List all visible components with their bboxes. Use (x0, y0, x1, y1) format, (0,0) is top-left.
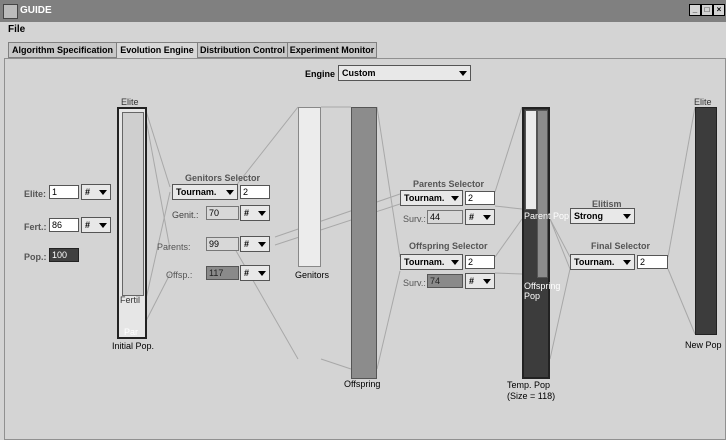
genitors-caption: Genitors (295, 270, 330, 280)
chevron-down-icon (258, 271, 266, 276)
chevron-down-icon (99, 190, 107, 195)
temp-offspring-segment (537, 110, 548, 278)
final-size-input[interactable]: 2 (637, 255, 668, 269)
new-pop-bar (695, 107, 717, 335)
chevron-down-icon (623, 260, 631, 265)
pop-input[interactable]: 100 (49, 248, 79, 262)
chevron-down-icon (258, 211, 266, 216)
fert-unit-select[interactable]: # (81, 217, 111, 233)
offspring-surv-input[interactable]: 74 (427, 274, 463, 288)
initial-fertil-label: Fertil (120, 295, 140, 305)
parents-surv-unit-select[interactable]: # (465, 209, 495, 225)
tab-algorithm-specification[interactable]: Algorithm Specification (8, 42, 117, 58)
temp-pop-size: (Size = 118) (507, 391, 556, 401)
initial-pop-bar: Fertil Par (117, 107, 147, 339)
temp-parent-segment (525, 110, 537, 210)
chevron-down-icon (451, 260, 459, 265)
genitors-method-select[interactable]: Tournam. (172, 184, 238, 200)
parents-surv-input[interactable]: 44 (427, 210, 463, 224)
minimize-button[interactable]: _ (689, 4, 701, 16)
offsp-unit-select[interactable]: # (240, 265, 270, 281)
initial-pop-caption: Initial Pop. (112, 341, 155, 351)
parents-size-input[interactable]: 2 (465, 191, 495, 205)
tab-experiment-monitor[interactable]: Experiment Monitor (287, 42, 377, 58)
elite-label: Elite: (24, 189, 47, 199)
genitors-selector-title: Genitors Selector (185, 173, 261, 183)
offspring-surv-unit-select[interactable]: # (465, 273, 495, 289)
genitors-size-input[interactable]: 2 (240, 185, 270, 199)
app-icon (3, 4, 18, 19)
parents-method-select[interactable]: Tournam. (400, 190, 463, 206)
menu-file[interactable]: File (8, 24, 25, 35)
engine-label: Engine (305, 69, 336, 79)
window-title: GUIDE (20, 5, 52, 16)
menu-bar: File (0, 22, 726, 38)
parents-input[interactable]: 99 (206, 237, 239, 251)
new-elite-bar-label: Elite (694, 97, 712, 107)
offsp-label: Offsp.: (166, 270, 193, 280)
tab-evolution-engine[interactable]: Evolution Engine (116, 42, 198, 58)
fert-input[interactable]: 86 (49, 218, 79, 232)
parents-surv-label: Surv.: (403, 214, 426, 224)
new-pop-caption: New Pop (685, 340, 722, 350)
parents-selector-title: Parents Selector (413, 179, 485, 189)
offspring-bar (351, 107, 377, 379)
offspring-surv-label: Surv.: (403, 278, 426, 288)
chevron-down-icon (451, 196, 459, 201)
offspring-method-select[interactable]: Tournam. (400, 254, 463, 270)
close-button[interactable]: × (713, 4, 725, 16)
temp-parent-label: Parent Pop (524, 211, 570, 221)
pop-label: Pop.: (24, 252, 47, 262)
title-bar: GUIDE _ □ × (0, 0, 726, 22)
offsp-input[interactable]: 117 (206, 266, 239, 280)
fert-label: Fert.: (24, 222, 47, 232)
chevron-down-icon (459, 71, 467, 76)
temp-pop-bar: Parent Pop Offspring Pop (522, 107, 569, 379)
evolution-engine-panel: Engine Custom Elite Fertil Par Initial P… (4, 58, 726, 440)
maximize-button[interactable]: □ (701, 4, 713, 16)
parents-unit-select[interactable]: # (240, 236, 270, 252)
elitism-select[interactable]: Strong (570, 208, 635, 224)
elite-unit-select[interactable]: # (81, 184, 111, 200)
chevron-down-icon (258, 242, 266, 247)
engine-select[interactable]: Custom (338, 65, 471, 81)
offspring-caption: Offspring (344, 379, 381, 389)
chevron-down-icon (226, 190, 234, 195)
chevron-down-icon (483, 279, 491, 284)
genit-label: Genit.: (172, 210, 199, 220)
chevron-down-icon (483, 215, 491, 220)
initial-elite-bar-label: Elite (121, 97, 139, 107)
chevron-down-icon (623, 214, 631, 219)
genit-unit-select[interactable]: # (240, 205, 270, 221)
offspring-selector-title: Offspring Selector (409, 241, 488, 251)
temp-pop-caption: Temp. Pop (507, 380, 551, 390)
chevron-down-icon (99, 223, 107, 228)
final-method-select[interactable]: Tournam. (570, 254, 635, 270)
final-selector-title: Final Selector (591, 241, 651, 251)
parents-label: Parents: (157, 242, 191, 252)
offspring-size-input[interactable]: 2 (465, 255, 495, 269)
tab-distribution-control[interactable]: Distribution Control (197, 42, 288, 58)
genitors-bar (298, 107, 321, 267)
genit-input[interactable]: 70 (206, 206, 239, 220)
elite-input[interactable]: 1 (49, 185, 79, 199)
temp-offspring-label: Offspring Pop (524, 281, 561, 301)
initial-par-label: Par (124, 327, 139, 337)
